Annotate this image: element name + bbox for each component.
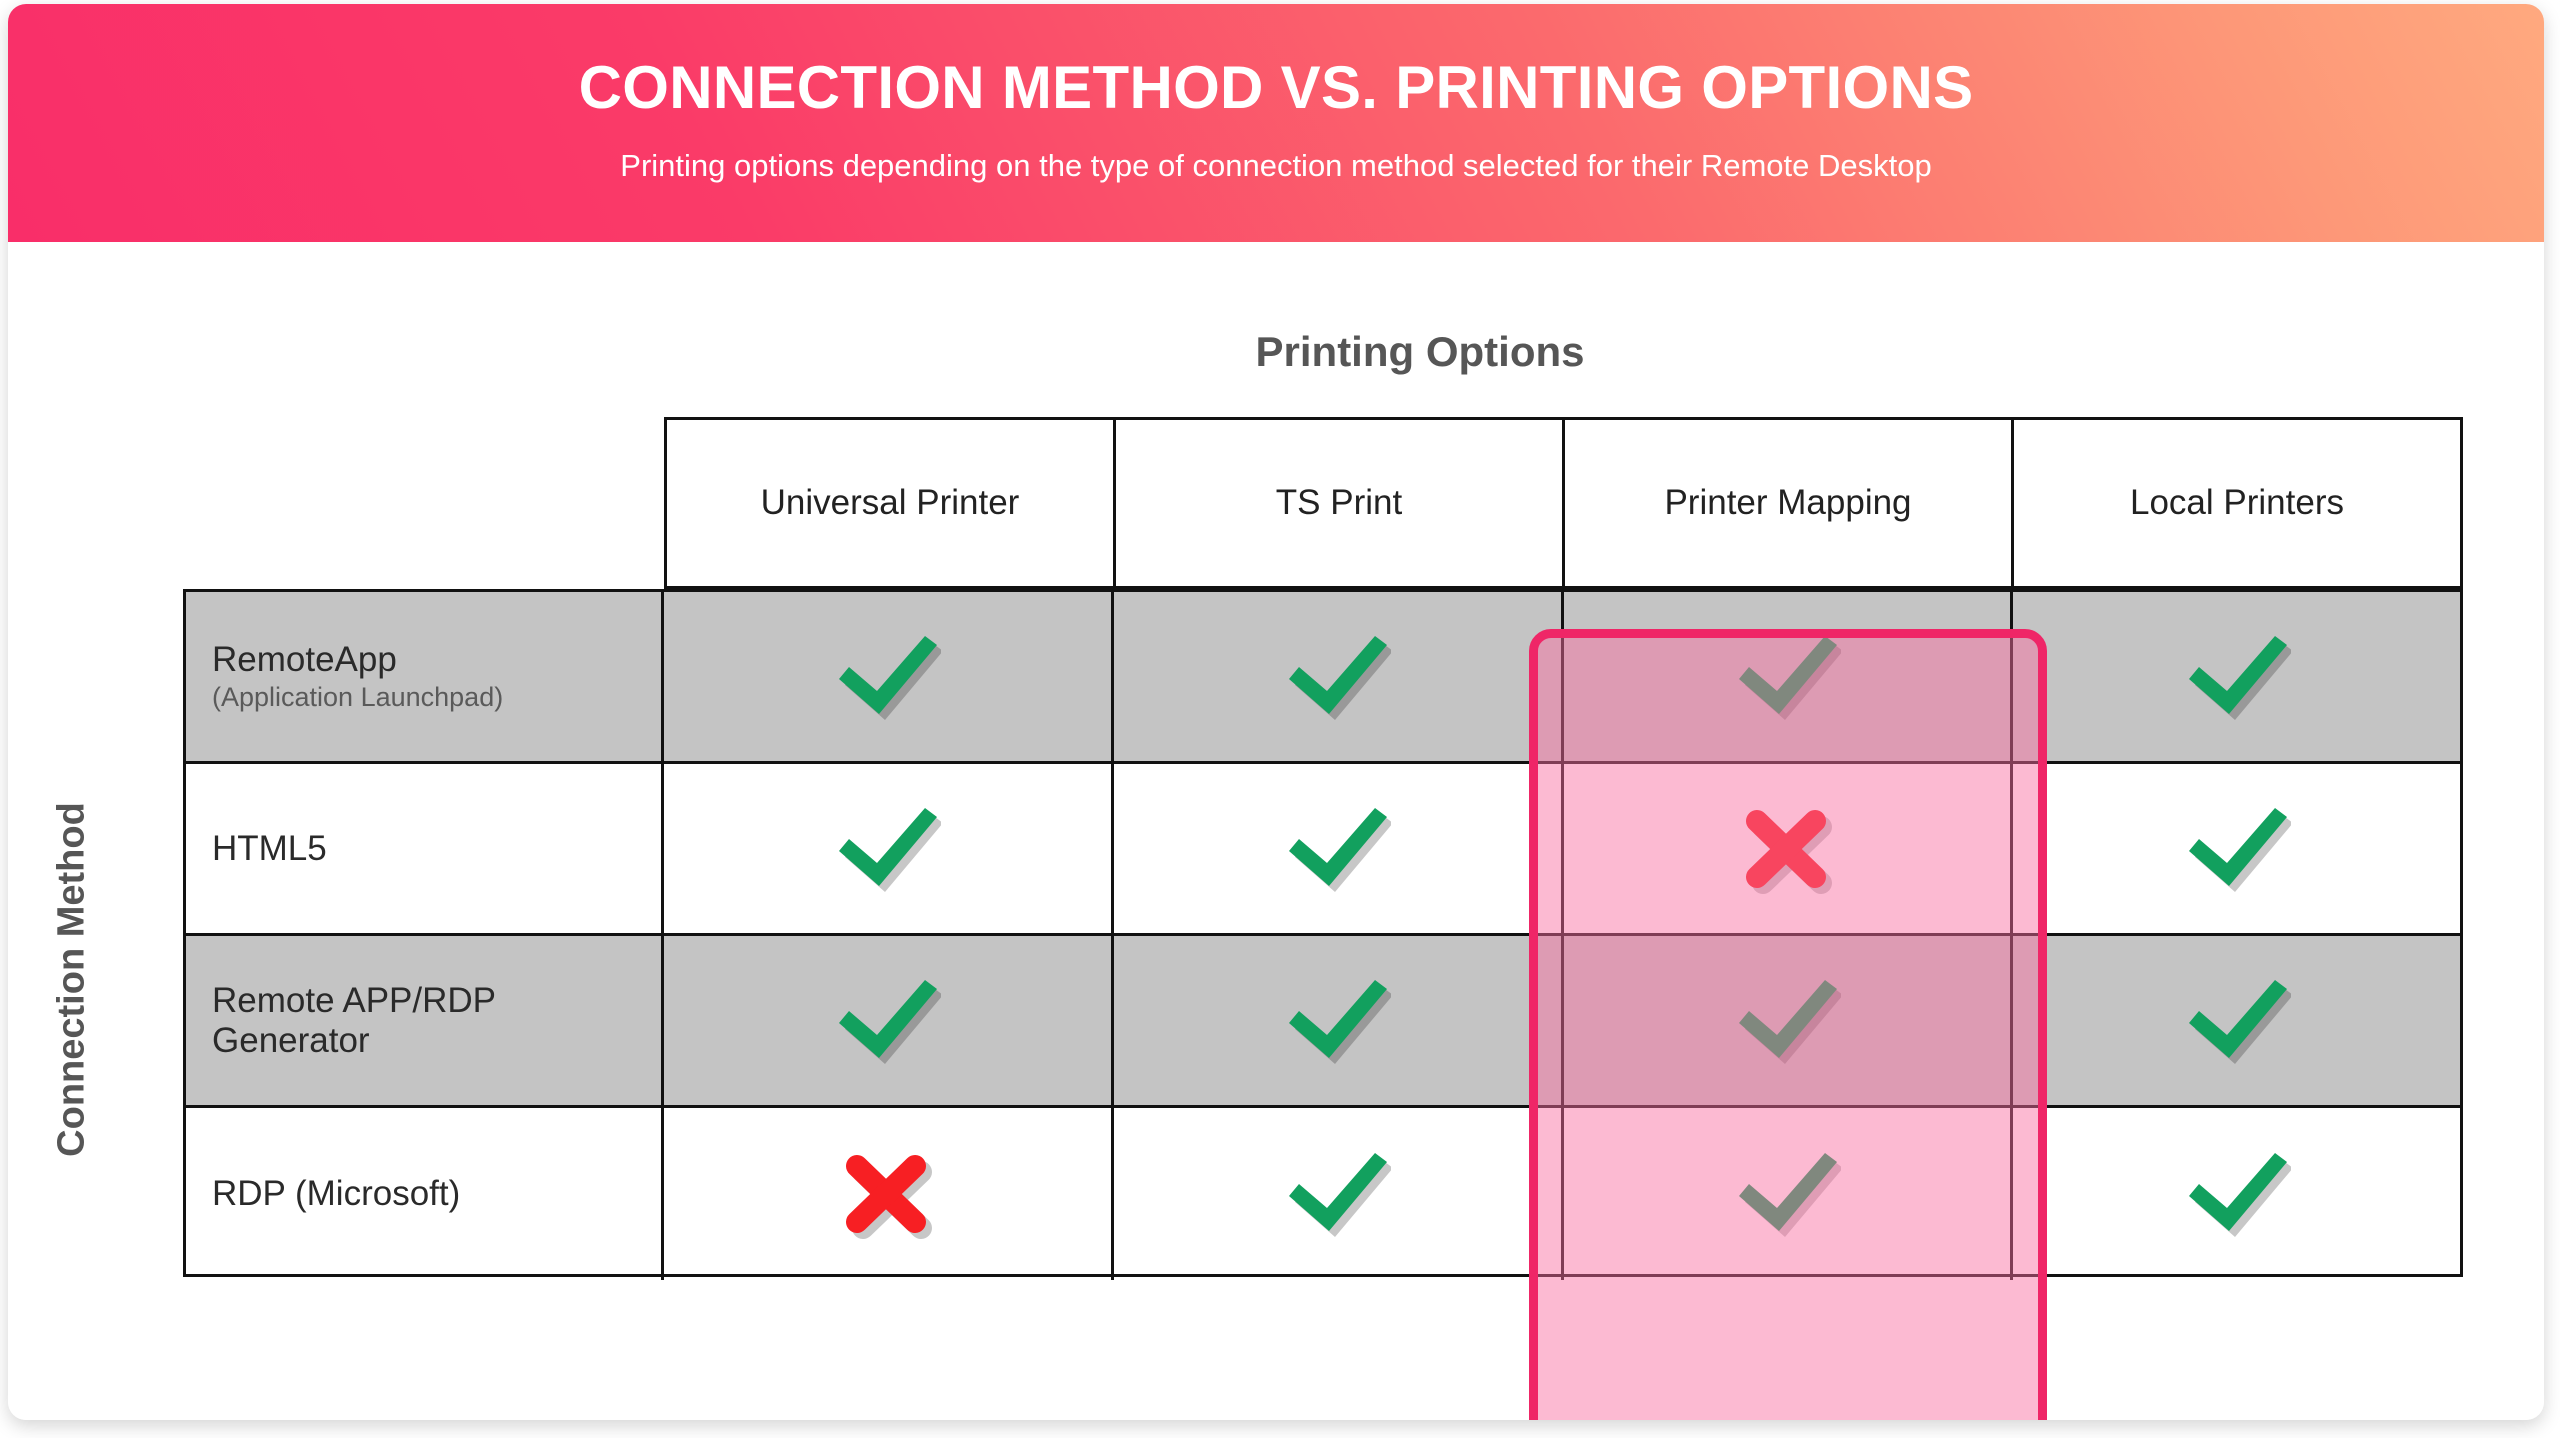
check-icon bbox=[2188, 807, 2291, 892]
table-row: RDP (Microsoft) bbox=[186, 1108, 2460, 1280]
column-header-label: Local Printers bbox=[2130, 483, 2344, 522]
row-header-sublabel: (Application Launchpad) bbox=[212, 681, 504, 712]
column-header-label: TS Print bbox=[1275, 483, 1403, 522]
cell-supported bbox=[664, 936, 1114, 1105]
column-header-label: Printer Mapping bbox=[1664, 483, 1912, 522]
page-title: CONNECTION METHOD VS. PRINTING OPTIONS bbox=[578, 54, 1974, 121]
cell-supported bbox=[1564, 1108, 2014, 1280]
column-header-local-printers: Local Printers bbox=[2014, 420, 2460, 586]
cross-icon bbox=[1745, 809, 1832, 894]
check-icon bbox=[2188, 1153, 2291, 1237]
column-header-ts-print: TS Print bbox=[1116, 420, 1565, 586]
cell-supported bbox=[1114, 936, 1564, 1105]
check-icon bbox=[2188, 979, 2291, 1064]
cell-supported bbox=[1564, 936, 2014, 1105]
row-header-cell: RemoteApp (Application Launchpad) bbox=[186, 592, 664, 761]
check-icon bbox=[1289, 1153, 1392, 1237]
row-header-cell: HTML5 bbox=[186, 764, 664, 933]
row-axis-title: Connection Method bbox=[50, 802, 93, 1157]
row-header-label: RemoteApp bbox=[212, 639, 397, 679]
header-banner: CONNECTION METHOD VS. PRINTING OPTIONS P… bbox=[8, 4, 2544, 242]
check-icon bbox=[1289, 635, 1392, 720]
cell-not-supported bbox=[1564, 764, 2014, 933]
cell-supported bbox=[1114, 592, 1564, 761]
check-icon bbox=[839, 807, 942, 892]
cell-supported bbox=[664, 764, 1114, 933]
table-row: Remote APP/RDP Generator bbox=[186, 936, 2460, 1108]
row-header-label: Remote APP/RDP Generator bbox=[212, 981, 496, 1060]
check-icon bbox=[1738, 979, 1841, 1064]
cell-supported bbox=[664, 592, 1114, 761]
cell-not-supported bbox=[664, 1108, 1114, 1280]
column-header-universal-printer: Universal Printer bbox=[667, 420, 1116, 586]
table-header-row: Universal Printer TS Print Printer Mappi… bbox=[664, 417, 2463, 589]
row-header-label: RDP (Microsoft) bbox=[212, 1174, 461, 1214]
chart-body: Printing Options Connection Method Unive… bbox=[8, 242, 2544, 1420]
cell-supported bbox=[2013, 1108, 2460, 1280]
row-header-label: HTML5 bbox=[212, 828, 327, 868]
check-icon bbox=[1738, 635, 1841, 720]
cross-icon bbox=[846, 1155, 933, 1239]
page-subtitle: Printing options depending on the type o… bbox=[620, 148, 1932, 183]
row-header-cell: Remote APP/RDP Generator bbox=[186, 936, 664, 1105]
table-row: RemoteApp (Application Launchpad) bbox=[186, 592, 2460, 764]
check-icon bbox=[1289, 807, 1392, 892]
column-axis-title: Printing Options bbox=[1255, 328, 1585, 375]
cell-supported bbox=[2013, 764, 2460, 933]
check-icon bbox=[1289, 979, 1392, 1064]
content-card: CONNECTION METHOD VS. PRINTING OPTIONS P… bbox=[8, 4, 2544, 1420]
check-icon bbox=[839, 635, 942, 720]
check-icon bbox=[839, 979, 942, 1064]
cell-supported bbox=[1114, 764, 1564, 933]
cell-supported bbox=[2013, 592, 2460, 761]
comparison-table: Universal Printer TS Print Printer Mappi… bbox=[183, 417, 2463, 1280]
table-body: RemoteApp (Application Launchpad) HTML5 Rem… bbox=[183, 589, 2463, 1280]
cell-supported bbox=[1114, 1108, 1564, 1280]
cell-supported bbox=[1564, 592, 2014, 761]
row-header-cell: RDP (Microsoft) bbox=[186, 1108, 664, 1280]
check-icon bbox=[1738, 1153, 1841, 1237]
column-header-label: Universal Printer bbox=[760, 483, 1020, 522]
infographic-page: CONNECTION METHOD VS. PRINTING OPTIONS P… bbox=[0, 0, 2560, 1438]
cell-supported bbox=[2013, 936, 2460, 1105]
table-row: HTML5 bbox=[186, 764, 2460, 936]
column-header-printer-mapping: Printer Mapping bbox=[1565, 420, 2014, 586]
check-icon bbox=[2188, 635, 2291, 720]
